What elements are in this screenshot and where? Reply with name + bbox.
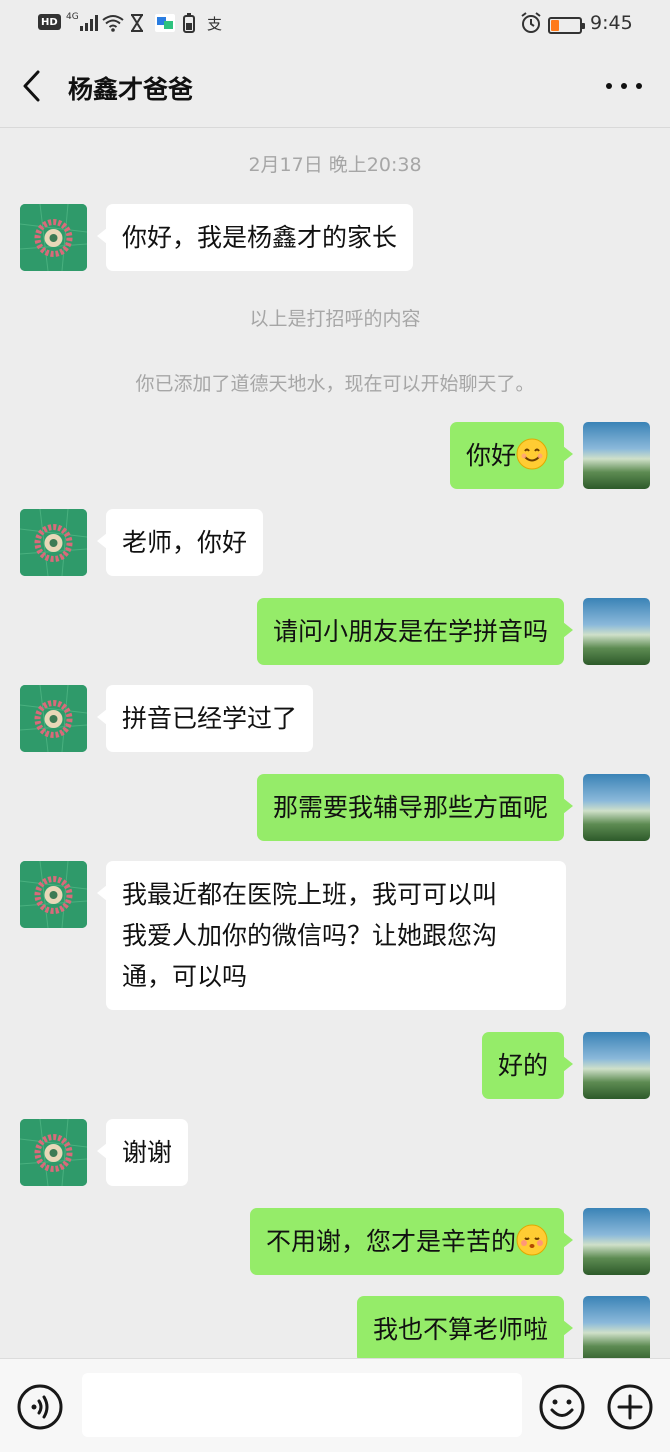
status-time: 9:45 [590,12,633,34]
message-bubble-sent[interactable]: 好的 [481,1032,574,1099]
message-bubble-sent[interactable]: 你好 [449,422,574,489]
alarm-icon [520,12,542,34]
smiling-face-emoji-icon [516,438,548,470]
plus-icon [607,1384,653,1430]
contact-avatar[interactable] [20,509,87,576]
wreath-avatar-icon [20,204,87,271]
chat-header: 杨鑫才爸爸 [0,46,670,128]
more-dot-icon [621,83,627,89]
contact-avatar[interactable] [20,685,87,752]
message-text: 不用谢，您才是辛苦的 [265,1227,516,1256]
contact-avatar[interactable] [20,1119,87,1186]
message-bubble-received[interactable]: 我最近都在医院上班，我可可以叫 我爱人加你的微信吗？让她跟您沟 通，可以吗 [97,861,566,1010]
message-bubble-sent[interactable]: 请问小朋友是在学拼音吗 [256,598,574,665]
message-bubble-received[interactable]: 老师，你好 [96,509,264,576]
hourglass-icon [130,12,144,34]
system-note-added: 你已添加了道德天地水，现在可以开始聊天了。 [135,373,535,395]
message-bubble-sent[interactable]: 不用谢，您才是辛苦的 [249,1208,574,1275]
network-type-label: 4G [66,12,79,22]
back-button[interactable] [18,68,48,104]
alipay-icon: 支 [207,14,223,33]
more-options-button[interactable] [606,74,642,98]
more-dot-icon [636,83,642,89]
system-note-greeting: 以上是打招呼的内容 [249,308,421,330]
message-bubble-received[interactable]: 拼音已经学过了 [96,685,314,752]
more-dot-icon [606,83,612,89]
wreath-avatar-icon [20,509,87,576]
battery-saver-icon [183,12,195,34]
message-list[interactable]: 2月17日 晚上20:38 你好，我是杨鑫才的家长 以上是打招呼的内容 你已添加… [0,128,670,1358]
wifi-icon [102,12,124,34]
message-input[interactable] [82,1373,522,1437]
message-timestamp: 2月17日 晚上20:38 [248,154,422,176]
hd-badge: HD [38,14,61,30]
status-bar: HD 4G 支 9:45 [0,0,670,46]
wreath-avatar-icon [20,685,87,752]
wreath-avatar-icon [20,1119,87,1186]
message-text: 你好 [465,441,516,470]
emoji-button[interactable] [538,1383,586,1431]
self-avatar[interactable] [583,1296,650,1358]
chat-title: 杨鑫才爸爸 [68,75,194,104]
self-avatar[interactable] [583,1032,650,1099]
more-functions-button[interactable] [606,1383,654,1431]
voice-input-button[interactable] [16,1383,64,1431]
self-avatar[interactable] [583,1208,650,1275]
contact-avatar[interactable] [20,204,87,271]
input-bar [0,1358,670,1452]
self-avatar[interactable] [583,598,650,665]
wreath-avatar-icon [20,861,87,928]
self-avatar[interactable] [583,774,650,841]
message-bubble-received[interactable]: 谢谢 [96,1119,189,1186]
signal-icon: 4G [66,12,98,34]
self-avatar[interactable] [583,422,650,489]
smiley-icon [539,1384,585,1430]
message-bubble-received[interactable]: 你好，我是杨鑫才的家长 [96,204,414,271]
message-line: 通，可以吗 [122,962,248,991]
battery-icon [548,14,585,36]
message-bubble-sent[interactable]: 我也不算老师啦 [356,1296,574,1358]
message-line: 我爱人加你的微信吗？让她跟您沟 [122,921,498,950]
chevron-left-icon [23,70,40,102]
blushing-face-emoji-icon [516,1224,548,1256]
app-notification-icon [155,12,175,34]
message-bubble-sent[interactable]: 那需要我辅导那些方面呢 [256,774,574,841]
voice-icon [17,1384,63,1430]
contact-avatar[interactable] [20,861,87,928]
message-line: 我最近都在医院上班，我可可以叫 [122,880,498,909]
